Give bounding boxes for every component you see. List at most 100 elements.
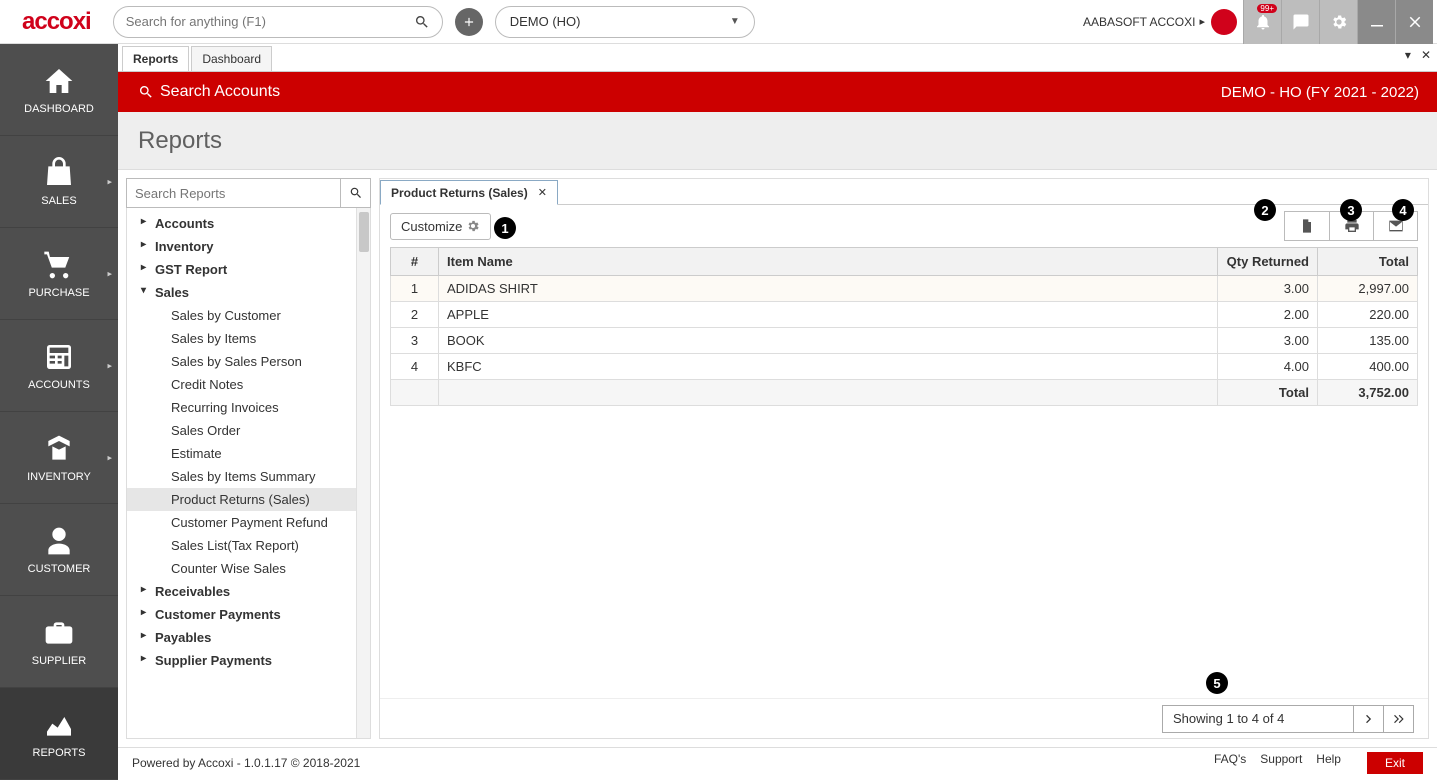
cell: ADIDAS SHIRT	[439, 276, 1218, 302]
cell: 135.00	[1318, 328, 1418, 354]
cell: 3.00	[1218, 276, 1318, 302]
tree-item[interactable]: Counter Wise Sales	[127, 557, 370, 580]
nav-reports[interactable]: REPORTS	[0, 688, 118, 780]
col-qty: Qty Returned	[1218, 248, 1318, 276]
callout-4: 4	[1392, 199, 1414, 221]
table-row[interactable]: 2 APPLE 2.00 220.00	[391, 302, 1418, 328]
cell: 4	[391, 354, 439, 380]
tree-item-selected[interactable]: Product Returns (Sales)	[127, 488, 370, 511]
nav-label: DASHBOARD	[24, 103, 94, 115]
tree-item[interactable]: Estimate	[127, 442, 370, 465]
nav-inventory[interactable]: INVENTORY ▸	[0, 412, 118, 504]
gear-icon	[466, 219, 480, 233]
tab-dashboard[interactable]: Dashboard	[191, 46, 272, 71]
cell: 2,997.00	[1318, 276, 1418, 302]
topbar: accoxi DEMO (HO) ▼ AABASOFT ACCOXI ▸ 99+	[0, 0, 1437, 44]
pager-next-button[interactable]	[1353, 705, 1383, 733]
col-number: #	[391, 248, 439, 276]
total-value: 3,752.00	[1318, 380, 1418, 406]
nav-supplier[interactable]: SUPPLIER	[0, 596, 118, 688]
pager-last-button[interactable]	[1383, 705, 1413, 733]
tree-accounts[interactable]: Accounts	[127, 212, 370, 235]
global-search[interactable]	[113, 6, 443, 38]
cell: 3	[391, 328, 439, 354]
tree-inventory[interactable]: Inventory	[127, 235, 370, 258]
tree-item[interactable]: Credit Notes	[127, 373, 370, 396]
search-accounts[interactable]: Search Accounts	[160, 83, 280, 101]
global-search-input[interactable]	[126, 14, 414, 29]
nav-dashboard[interactable]: DASHBOARD	[0, 44, 118, 136]
cell: APPLE	[439, 302, 1218, 328]
company-select[interactable]: DEMO (HO) ▼	[495, 6, 755, 38]
tree-item[interactable]: Sales by Customer	[127, 304, 370, 327]
report-search-button[interactable]	[340, 179, 370, 207]
callout-1: 1	[494, 217, 516, 239]
table-total-row: Total 3,752.00	[391, 380, 1418, 406]
report-tab-label: Product Returns (Sales)	[391, 186, 528, 200]
exit-button[interactable]: Exit	[1367, 752, 1423, 774]
bell-icon	[1254, 13, 1272, 31]
tree-sales[interactable]: Sales	[127, 281, 370, 304]
help-link[interactable]: Help	[1316, 752, 1341, 774]
export-pdf-button[interactable]	[1285, 212, 1329, 240]
tree-item[interactable]: Sales by Sales Person	[127, 350, 370, 373]
nav-label: ACCOUNTS	[28, 379, 90, 391]
tree-scrollbar[interactable]	[356, 208, 370, 738]
close-app-button[interactable]	[1395, 0, 1433, 44]
report-search-input[interactable]	[127, 179, 340, 207]
chevron-down-icon: ▼	[730, 16, 740, 27]
cell: 1	[391, 276, 439, 302]
cell: KBFC	[439, 354, 1218, 380]
nav-customer[interactable]: CUSTOMER	[0, 504, 118, 596]
table-row[interactable]: 1 ADIDAS SHIRT 3.00 2,997.00	[391, 276, 1418, 302]
tree-payables[interactable]: Payables	[127, 626, 370, 649]
tree-gst[interactable]: GST Report	[127, 258, 370, 281]
calculator-icon	[43, 341, 75, 373]
table-row[interactable]: 4 KBFC 4.00 400.00	[391, 354, 1418, 380]
chevron-right-icon	[1362, 712, 1376, 726]
report-tab-product-returns[interactable]: Product Returns (Sales) ✕	[380, 180, 558, 205]
chat-icon	[1292, 13, 1310, 31]
bag-icon	[43, 157, 75, 189]
settings-button[interactable]	[1319, 0, 1357, 44]
tree-supplier-payments[interactable]: Supplier Payments	[127, 649, 370, 672]
tree-item[interactable]: Sales Order	[127, 419, 370, 442]
user-name: AABASOFT ACCOXI	[1083, 15, 1195, 29]
faqs-link[interactable]: FAQ's	[1214, 752, 1246, 774]
scrollbar-thumb[interactable]	[359, 212, 369, 252]
close-icon	[1406, 13, 1424, 31]
expand-icon: ▸	[107, 176, 112, 187]
tree-receivables[interactable]: Receivables	[127, 580, 370, 603]
person-icon	[43, 525, 75, 557]
tab-menu-icon[interactable]: ▾	[1405, 48, 1411, 62]
pdf-icon	[1299, 218, 1315, 234]
tree-item[interactable]: Customer Payment Refund	[127, 511, 370, 534]
avatar[interactable]	[1211, 9, 1237, 35]
add-button[interactable]	[455, 8, 483, 36]
support-link[interactable]: Support	[1260, 752, 1302, 774]
col-item-name: Item Name	[439, 248, 1218, 276]
close-tab-icon[interactable]: ✕	[538, 186, 547, 199]
customize-button[interactable]: Customize	[390, 213, 491, 240]
minimize-button[interactable]	[1357, 0, 1395, 44]
tree-item[interactable]: Sales List(Tax Report)	[127, 534, 370, 557]
tree-item[interactable]: Recurring Invoices	[127, 396, 370, 419]
tree-customer-payments[interactable]: Customer Payments	[127, 603, 370, 626]
callout-3: 3	[1340, 199, 1362, 221]
tree-item[interactable]: Sales by Items Summary	[127, 465, 370, 488]
page-title: Reports	[138, 127, 222, 155]
notifications-button[interactable]: 99+	[1243, 0, 1281, 44]
chat-button[interactable]	[1281, 0, 1319, 44]
table-row[interactable]: 3 BOOK 3.00 135.00	[391, 328, 1418, 354]
tab-close-icon[interactable]: ✕	[1421, 48, 1431, 62]
nav-sales[interactable]: SALES ▸	[0, 136, 118, 228]
tab-reports[interactable]: Reports	[122, 46, 189, 71]
nav-accounts[interactable]: ACCOUNTS ▸	[0, 320, 118, 412]
search-icon	[138, 84, 154, 100]
tree-item[interactable]: Sales by Items	[127, 327, 370, 350]
cell: 4.00	[1218, 354, 1318, 380]
report-search[interactable]	[126, 178, 371, 208]
inventory-icon	[43, 433, 75, 465]
user-arrow-icon[interactable]: ▸	[1199, 15, 1205, 28]
nav-purchase[interactable]: PURCHASE ▸	[0, 228, 118, 320]
